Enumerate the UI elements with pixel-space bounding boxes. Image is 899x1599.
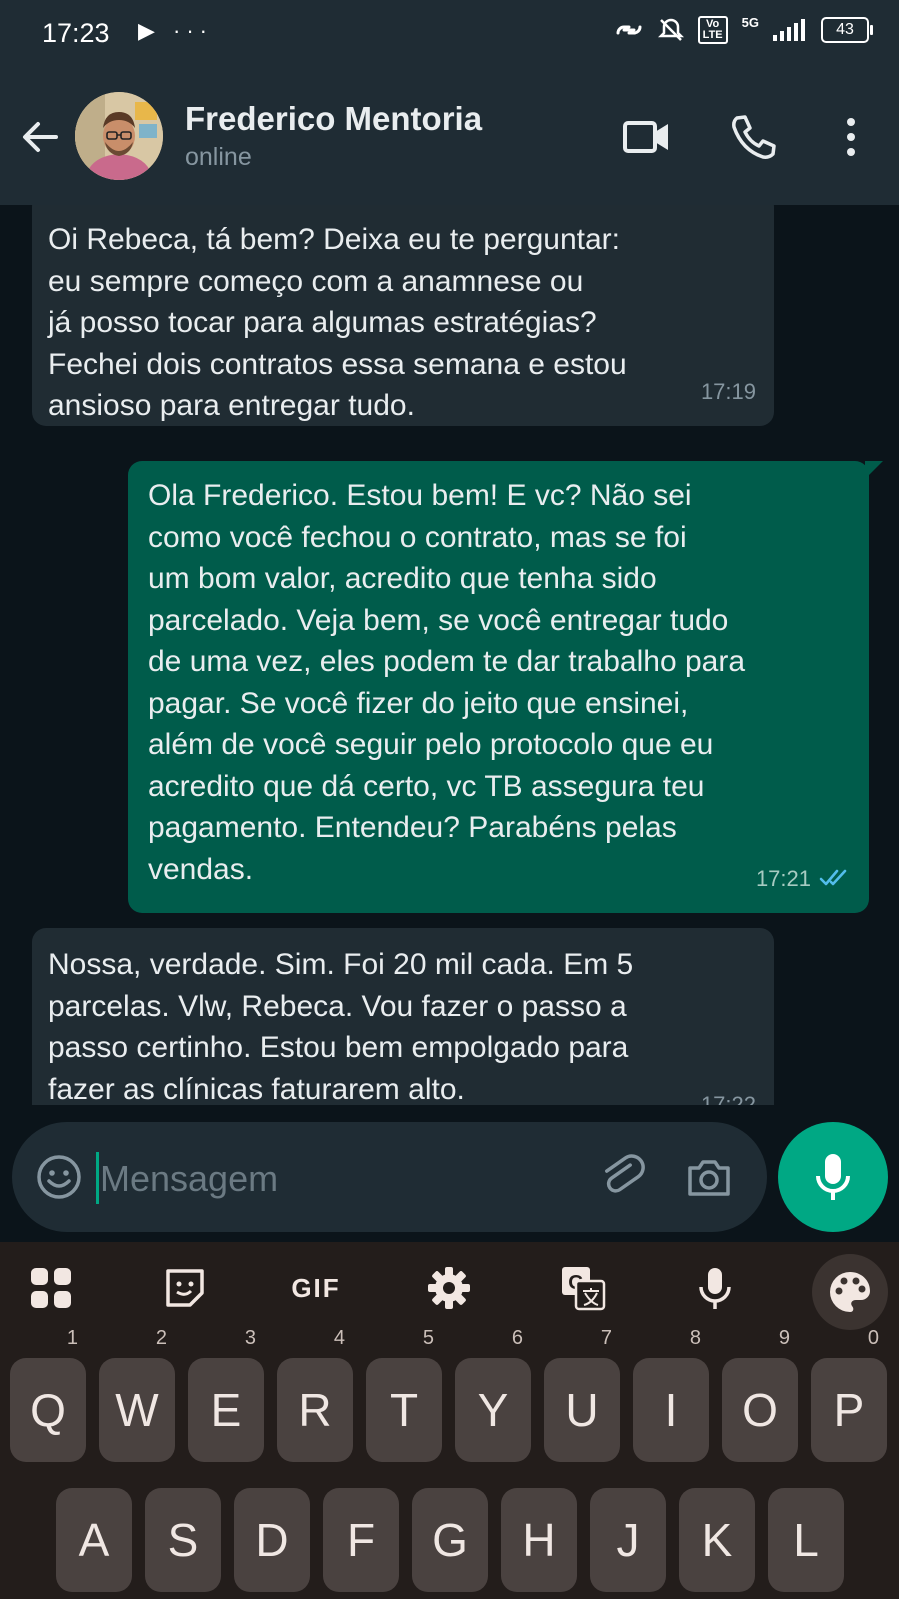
key-f[interactable]: F: [323, 1488, 399, 1592]
back-arrow-icon[interactable]: [18, 115, 62, 159]
key-hint: 5: [422, 1327, 434, 1349]
double-check-read-icon: [819, 869, 847, 886]
key-label: U: [565, 1384, 599, 1436]
key-k[interactable]: K: [679, 1488, 755, 1592]
key-hint: 1: [66, 1327, 78, 1349]
key-p[interactable]: P0: [811, 1328, 887, 1462]
key-hint: 2: [155, 1327, 167, 1349]
key-s[interactable]: S: [145, 1488, 221, 1592]
message-list[interactable]: Oi Rebeca, tá bem? Deixa eu te perguntar…: [0, 205, 899, 1105]
contact-status: online: [185, 143, 252, 171]
emoji-icon[interactable]: [36, 1154, 82, 1200]
message-timestamp: 17:19: [700, 378, 756, 404]
key-e[interactable]: E3: [188, 1328, 264, 1462]
network-type-label: 5G: [741, 14, 759, 30]
key-g[interactable]: G: [412, 1488, 488, 1592]
key-r[interactable]: R4: [277, 1328, 353, 1462]
volte-icon: Vo LTE: [697, 16, 728, 44]
key-w[interactable]: W2: [99, 1328, 175, 1462]
key-hint: 3: [244, 1327, 256, 1349]
key-h[interactable]: H: [501, 1488, 577, 1592]
key-hint: 4: [333, 1327, 345, 1349]
key-hint: 8: [689, 1327, 701, 1349]
key-hint: 9: [778, 1327, 790, 1349]
sticker-icon[interactable]: [157, 1260, 213, 1316]
key-q[interactable]: Q1: [10, 1328, 86, 1462]
attach-paperclip-icon[interactable]: [598, 1152, 648, 1202]
message-timestamp: 17:21: [755, 865, 811, 891]
key-y[interactable]: Y6: [455, 1328, 531, 1462]
message-time: 17:19: [701, 371, 756, 413]
key-label: T: [389, 1384, 419, 1436]
status-notification-icons: ▶ ···: [138, 18, 214, 43]
message-input[interactable]: Mensagem: [100, 1158, 278, 1200]
more-options-icon[interactable]: [826, 112, 876, 162]
message-incoming[interactable]: Nossa, verdade. Sim. Foi 20 mil cada. Em…: [32, 928, 774, 1105]
voice-message-button[interactable]: [778, 1122, 888, 1232]
signal-icon: [773, 19, 805, 41]
key-l[interactable]: L: [768, 1488, 844, 1592]
key-j[interactable]: J: [590, 1488, 666, 1592]
palette-icon[interactable]: [822, 1264, 878, 1320]
key-i[interactable]: I8: [633, 1328, 709, 1462]
message-composer[interactable]: Mensagem: [12, 1122, 767, 1232]
key-label: I: [664, 1384, 678, 1436]
microphone-icon: [816, 1154, 850, 1200]
link-icon: [616, 25, 642, 35]
text-cursor: [96, 1152, 99, 1204]
message-time: 17:22: [701, 1084, 756, 1106]
voice-call-icon[interactable]: [728, 112, 778, 162]
message-outgoing[interactable]: Ola Frederico. Estou bem! E vc? Não sei …: [128, 461, 883, 913]
message-text: Nossa, verdade. Sim. Foi 20 mil cada. Em…: [48, 948, 634, 1105]
key-label: R: [298, 1384, 332, 1436]
soft-keyboard[interactable]: GIF G Q1 W2 E3 R4 T5 Y6 U7 I8 O9 P0 A S …: [0, 1242, 899, 1599]
status-right-icons: Vo LTE 5G 43: [614, 14, 873, 44]
translate-icon[interactable]: G: [555, 1260, 611, 1316]
message-text: Ola Frederico. Estou bem! E vc? Não sei …: [148, 479, 746, 886]
avatar-photo: [75, 92, 163, 180]
key-d[interactable]: D: [234, 1488, 310, 1592]
key-hint: 0: [867, 1327, 879, 1349]
bubble-tail: [865, 461, 883, 479]
key-label: Y: [477, 1384, 509, 1436]
contact-avatar[interactable]: [75, 92, 163, 180]
key-hint: 6: [511, 1327, 523, 1349]
chat-header: 17:23 ▶ ··· Vo LTE 5G 43 Frederico Mento…: [0, 0, 899, 205]
message-timestamp: 17:22: [700, 1091, 756, 1106]
key-a[interactable]: A: [56, 1488, 132, 1592]
key-u[interactable]: U7: [544, 1328, 620, 1462]
key-label: O: [742, 1384, 778, 1436]
key-o[interactable]: O9: [722, 1328, 798, 1462]
key-label: Q: [30, 1384, 66, 1436]
keyboard-mic-icon[interactable]: [687, 1260, 743, 1316]
gif-button[interactable]: GIF: [288, 1260, 344, 1316]
camera-icon[interactable]: [684, 1152, 734, 1202]
message-time: 17:21: [756, 858, 851, 900]
key-hint: 7: [600, 1327, 612, 1349]
status-time: 17:23: [42, 18, 110, 48]
key-label: P: [833, 1384, 865, 1436]
bell-muted-icon: [657, 18, 684, 41]
battery-icon: 43: [821, 17, 873, 43]
key-label: E: [210, 1384, 242, 1436]
message-text: Oi Rebeca, tá bem? Deixa eu te perguntar…: [48, 223, 627, 422]
key-label: W: [115, 1384, 159, 1436]
settings-gear-icon[interactable]: [421, 1260, 477, 1316]
apps-grid-icon[interactable]: [23, 1260, 79, 1316]
video-call-icon[interactable]: [622, 112, 672, 162]
key-t[interactable]: T5: [366, 1328, 442, 1462]
message-incoming[interactable]: Oi Rebeca, tá bem? Deixa eu te perguntar…: [32, 205, 774, 426]
contact-name[interactable]: Frederico Mentoria: [185, 100, 482, 138]
